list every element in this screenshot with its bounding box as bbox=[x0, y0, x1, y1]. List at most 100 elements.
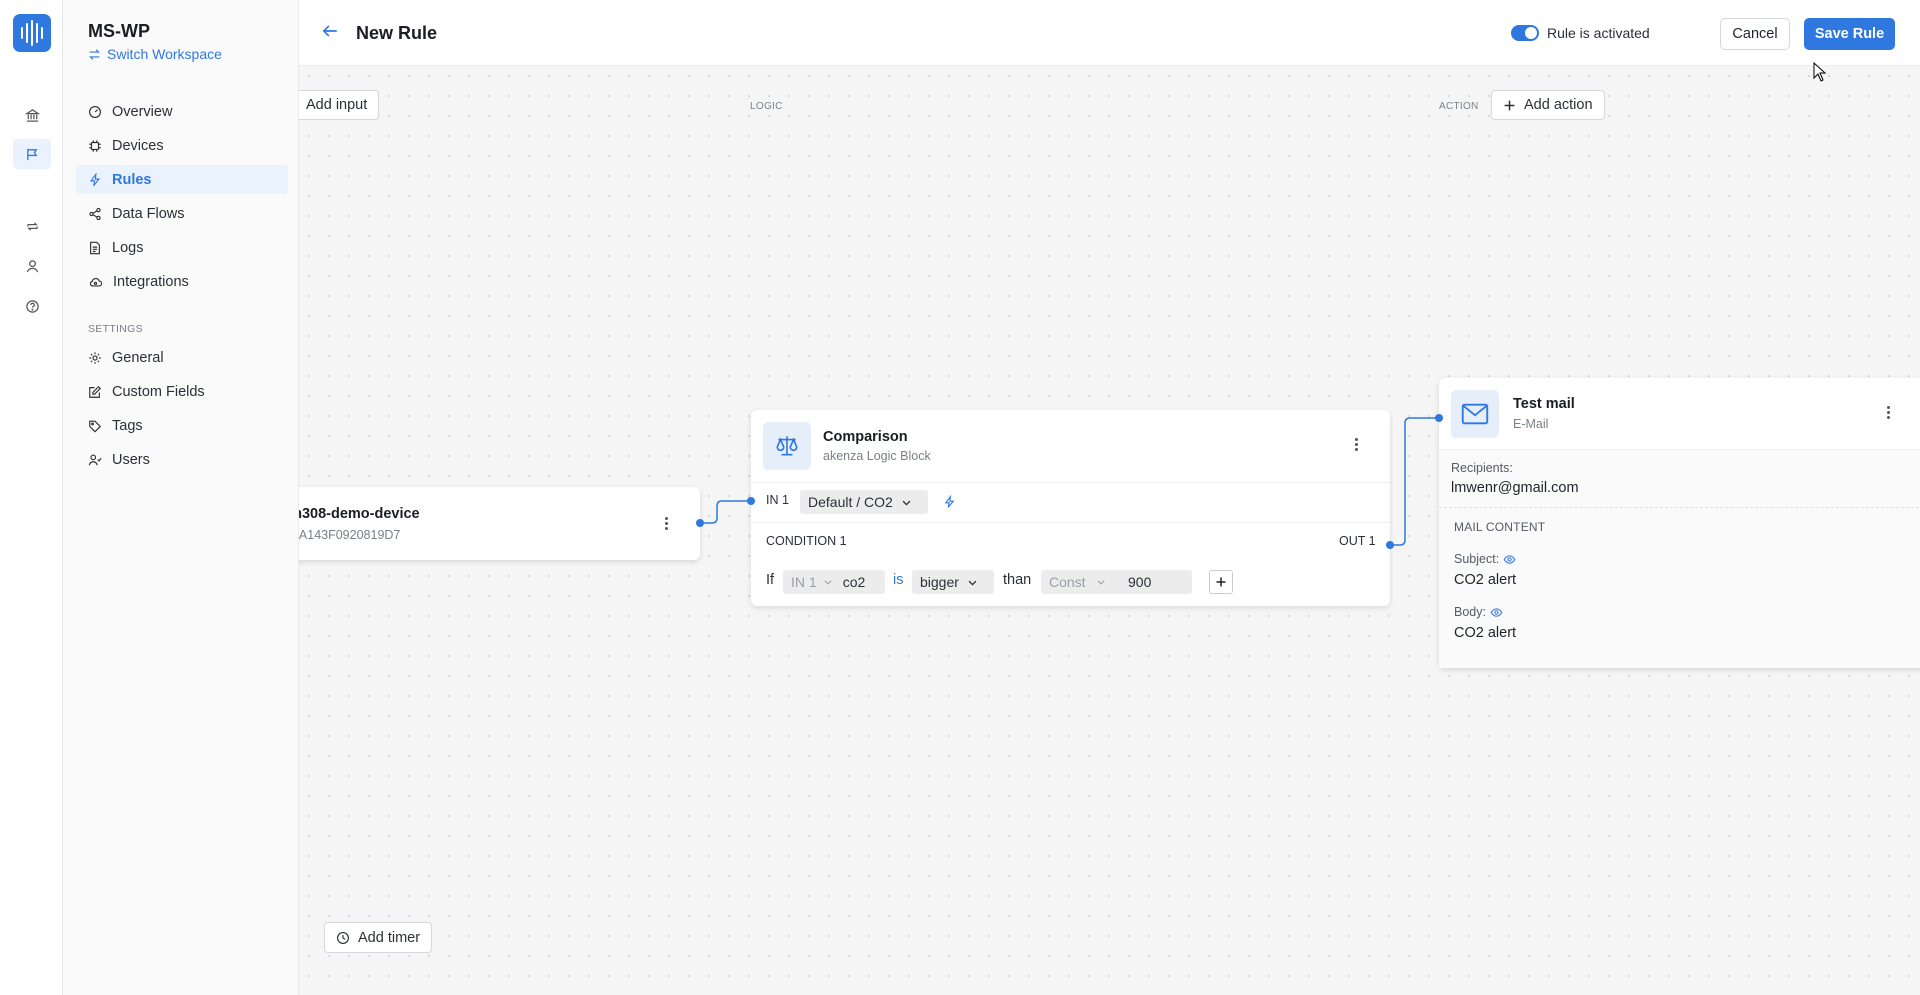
input-device-node[interactable]: am308-demo-device 02A143F0920819D7 bbox=[299, 487, 700, 560]
action-in-port[interactable] bbox=[1435, 414, 1443, 422]
recipients-value: lmwenr@gmail.com bbox=[1451, 480, 1579, 496]
input-out-port[interactable] bbox=[696, 519, 704, 527]
rule-canvas[interactable]: Add input LOGIC ACTION Add action am308-… bbox=[299, 66, 1920, 995]
lightning-icon[interactable] bbox=[943, 495, 956, 509]
app-logo[interactable] bbox=[13, 14, 51, 52]
eye-icon[interactable] bbox=[1503, 553, 1516, 566]
recipients-label: Recipients: bbox=[1451, 461, 1513, 475]
body-value: CO2 alert bbox=[1454, 625, 1517, 641]
edit-icon bbox=[89, 385, 102, 398]
than-label: than bbox=[1003, 572, 1032, 588]
sidebar-item-custom-fields[interactable]: Custom Fields bbox=[76, 377, 288, 406]
sidebar-item-label: Data Flows bbox=[112, 205, 185, 222]
comparator-value: bigger bbox=[920, 574, 959, 590]
header-bar: New Rule Rule is activated Cancel Save R… bbox=[299, 0, 1920, 66]
logic-node-subtitle: akenza Logic Block bbox=[823, 449, 931, 463]
const-value: 900 bbox=[1128, 574, 1152, 590]
logic-heading: LOGIC bbox=[750, 101, 783, 112]
add-input-label: Add input bbox=[306, 97, 368, 113]
flag-icon[interactable] bbox=[13, 139, 51, 169]
comparator-select[interactable]: bigger bbox=[912, 570, 994, 594]
clock-icon bbox=[337, 931, 349, 944]
action-node-menu-icon[interactable] bbox=[1887, 406, 1891, 419]
add-timer-button[interactable]: Add timer bbox=[324, 922, 433, 953]
sidebar: MS-WP Switch Workspace Overview Devices … bbox=[63, 0, 299, 995]
sidebar-item-label: Rules bbox=[112, 171, 152, 188]
const-label: Const bbox=[1049, 574, 1086, 590]
gauge-icon bbox=[89, 105, 101, 118]
logic-node-menu-icon[interactable] bbox=[1355, 438, 1359, 451]
tag-icon bbox=[89, 420, 102, 432]
plus-icon bbox=[1504, 100, 1515, 110]
gear-icon bbox=[89, 351, 101, 364]
repeat-icon[interactable] bbox=[22, 216, 42, 236]
action-node-subtitle: E-Mail bbox=[1513, 417, 1549, 431]
page-title: New Rule bbox=[356, 23, 438, 43]
logic-out-port[interactable] bbox=[1386, 541, 1394, 549]
add-action-label: Add action bbox=[1524, 97, 1593, 113]
save-rule-button[interactable]: Save Rule bbox=[1804, 18, 1895, 50]
sidebar-item-users[interactable]: Users bbox=[76, 445, 288, 474]
add-input-button[interactable]: Add input bbox=[299, 90, 380, 120]
switch-workspace-link[interactable]: Switch Workspace bbox=[88, 46, 222, 62]
sidebar-item-general[interactable]: General bbox=[76, 343, 288, 372]
action-node[interactable]: Test mail E-Mail Recipients: lmwenr@gmai… bbox=[1439, 378, 1920, 668]
subject-label-row: Subject: bbox=[1454, 552, 1516, 566]
mail-content-heading: MAIL CONTENT bbox=[1454, 520, 1546, 534]
connector-logic-to-action bbox=[1390, 417, 1439, 546]
input-node-menu-icon[interactable] bbox=[665, 517, 669, 530]
sidebar-item-data-flows[interactable]: Data Flows bbox=[76, 199, 288, 228]
sidebar-item-label: Devices bbox=[112, 137, 164, 154]
log-file-icon bbox=[90, 241, 100, 254]
subject-label: Subject: bbox=[1454, 552, 1500, 566]
sidebar-item-integrations[interactable]: Integrations bbox=[76, 267, 288, 296]
chevron-down-icon bbox=[902, 500, 911, 505]
input-source-value: Default / CO2 bbox=[808, 494, 893, 510]
rule-activated-label: Rule is activated bbox=[1547, 25, 1650, 41]
back-arrow-icon[interactable] bbox=[321, 22, 339, 43]
sidebar-item-tags[interactable]: Tags bbox=[76, 411, 288, 440]
mouse-cursor-icon bbox=[1813, 62, 1827, 82]
sidebar-item-label: Tags bbox=[112, 417, 143, 434]
add-action-button[interactable]: Add action bbox=[1491, 90, 1605, 120]
chevron-down-icon bbox=[824, 580, 832, 585]
if-label: If bbox=[766, 572, 775, 588]
eye-icon[interactable] bbox=[1490, 606, 1503, 619]
sidebar-item-label: General bbox=[112, 349, 164, 366]
action-node-title: Test mail bbox=[1513, 396, 1575, 412]
operand-input-value: IN 1 bbox=[791, 574, 817, 590]
sidebar-item-label: Users bbox=[112, 451, 150, 468]
action-heading: ACTION bbox=[1439, 101, 1479, 112]
scale-icon bbox=[763, 422, 811, 470]
operand-field-value: co2 bbox=[842, 574, 866, 590]
sidebar-item-logs[interactable]: Logs bbox=[76, 233, 288, 262]
chevron-down-icon bbox=[1097, 580, 1105, 585]
sidebar-item-devices[interactable]: Devices bbox=[76, 131, 288, 160]
user-icon[interactable] bbox=[22, 256, 42, 276]
body-label: Body: bbox=[1454, 605, 1486, 619]
chip-icon bbox=[89, 139, 101, 152]
sidebar-item-overview[interactable]: Overview bbox=[76, 97, 288, 126]
rule-activated-toggle[interactable] bbox=[1511, 25, 1539, 41]
cloud-icon bbox=[89, 277, 103, 287]
logic-in-port[interactable] bbox=[747, 497, 755, 505]
bank-icon[interactable] bbox=[22, 105, 42, 125]
add-condition-button[interactable] bbox=[1209, 570, 1233, 594]
logic-node[interactable]: Comparison akenza Logic Block IN 1 Defau… bbox=[751, 410, 1390, 606]
plus-icon bbox=[1216, 577, 1226, 587]
users-icon bbox=[88, 454, 102, 465]
is-label: is bbox=[893, 572, 904, 588]
const-value-input[interactable]: 900 bbox=[1120, 570, 1192, 594]
cancel-button[interactable]: Cancel bbox=[1720, 18, 1790, 50]
help-circle-icon[interactable] bbox=[22, 296, 42, 316]
sidebar-item-rules[interactable]: Rules bbox=[76, 165, 288, 194]
condition-operand-select[interactable]: IN 1 co2 bbox=[783, 570, 885, 594]
input-source-select[interactable]: Default / CO2 bbox=[800, 490, 928, 514]
chevron-down-icon bbox=[968, 580, 977, 585]
swap-icon bbox=[89, 48, 100, 60]
settings-heading: SETTINGS bbox=[88, 323, 143, 335]
const-type-select[interactable]: Const bbox=[1041, 570, 1120, 594]
condition-label: CONDITION 1 bbox=[766, 534, 847, 548]
connector-input-to-logic bbox=[700, 500, 751, 524]
subject-value: CO2 alert bbox=[1454, 572, 1517, 588]
